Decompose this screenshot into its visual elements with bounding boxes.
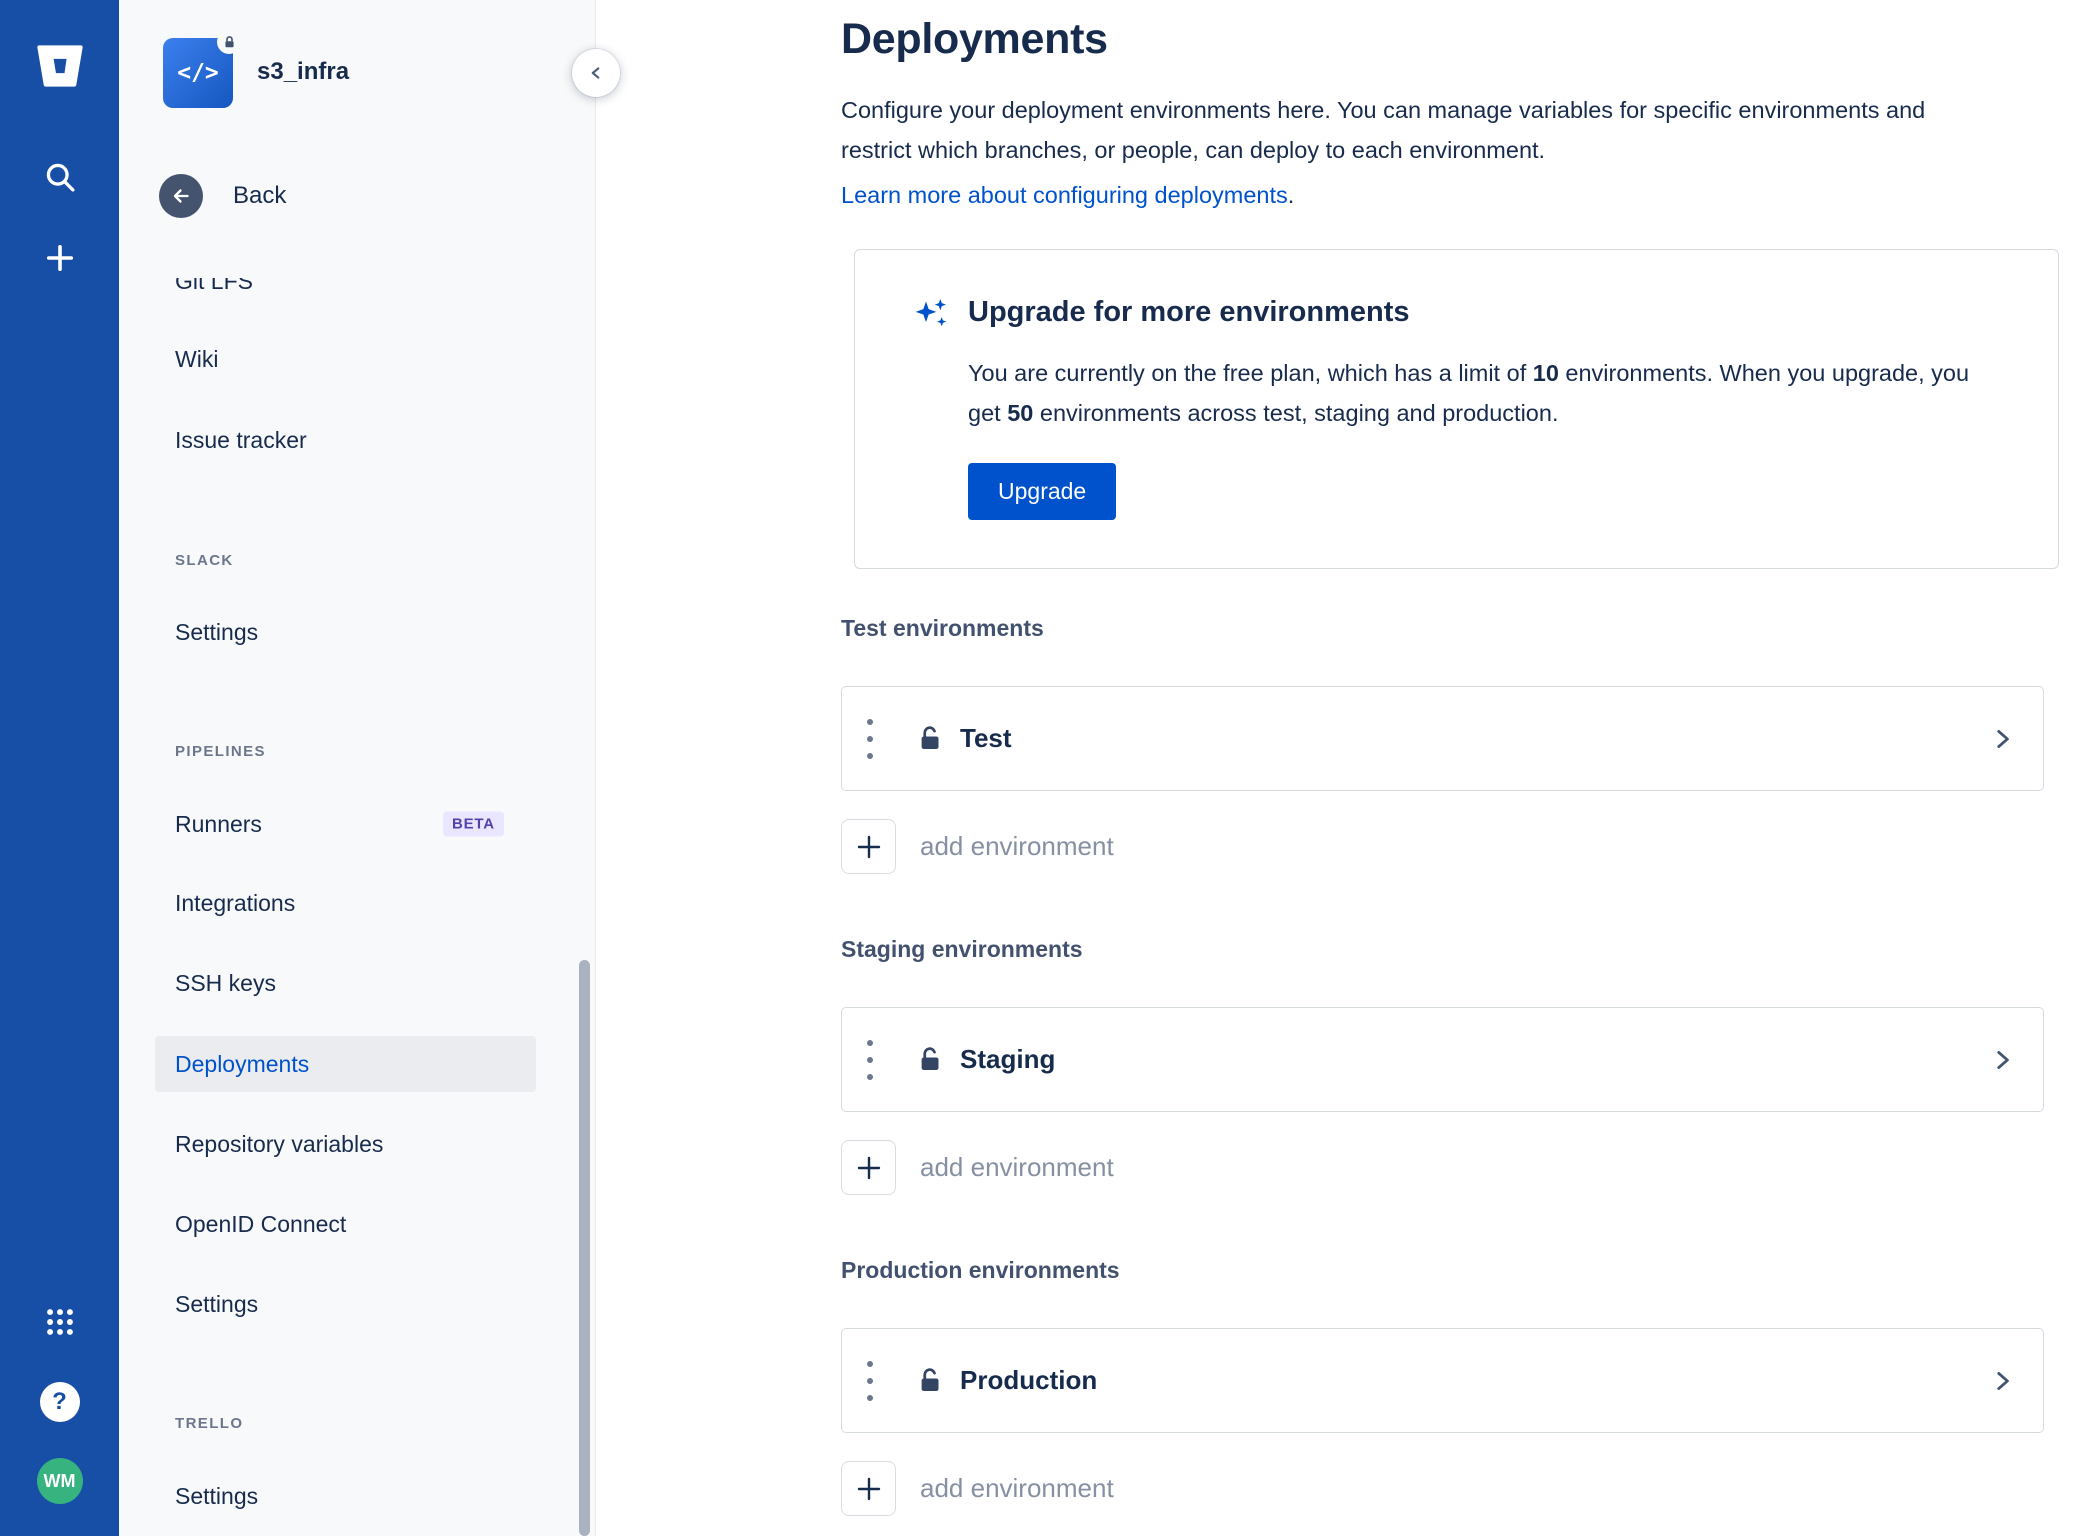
drag-handle-icon[interactable] <box>842 1039 898 1080</box>
unlock-icon <box>916 1366 946 1396</box>
unlock-icon <box>916 724 946 754</box>
app-switcher-grid-icon[interactable] <box>36 1298 84 1346</box>
upgrade-card: Upgrade for more environments You are cu… <box>854 249 2059 569</box>
user-avatar[interactable]: WM <box>36 1458 83 1504</box>
add-environment-label: add environment <box>920 831 1114 861</box>
sidebar-item-issue-tracker[interactable]: Issue tracker <box>155 412 536 468</box>
section-label-staging: Staging environments <box>841 936 1083 962</box>
upgrade-card-description: You are currently on the free plan, whic… <box>968 353 1978 433</box>
plus-icon <box>841 1461 896 1516</box>
sidebar-item-label: Settings <box>175 1482 259 1509</box>
repo-name: s3_infra <box>257 58 350 85</box>
upgraded-limit: 50 <box>1007 400 1034 426</box>
add-environment-button-production[interactable]: add environment <box>841 1461 1114 1516</box>
environment-name: Production <box>960 1365 1098 1395</box>
sidebar-item-label: SSH keys <box>175 969 276 996</box>
free-plan-limit: 10 <box>1532 360 1559 386</box>
chevron-right-icon[interactable] <box>1989 726 2015 752</box>
section-header-slack: SLACK <box>175 551 234 569</box>
collapse-sidebar-button[interactable] <box>572 49 620 97</box>
create-plus-icon[interactable] <box>36 234 84 282</box>
sidebar-item-deployments[interactable]: Deployments <box>155 1036 536 1092</box>
page-description: Configure your deployment environments h… <box>841 97 1926 163</box>
sidebar-item-label: Git LFS <box>175 278 253 294</box>
environment-row-staging[interactable]: Staging <box>841 1007 2044 1112</box>
sidebar-item-label: Deployments <box>175 1050 310 1077</box>
section-label-test: Test environments <box>841 615 1044 641</box>
beta-badge: BETA <box>443 811 504 837</box>
sidebar-item-label: Repository variables <box>175 1130 384 1157</box>
chevron-right-icon[interactable] <box>1989 1047 2015 1073</box>
private-lock-icon <box>217 30 241 54</box>
section-header-pipelines: PIPELINES <box>175 742 266 760</box>
help-icon[interactable]: ? <box>36 1378 84 1426</box>
sidebar-item-git-lfs[interactable]: Git LFS <box>155 278 536 309</box>
repo-avatar[interactable]: </> <box>163 30 241 108</box>
sidebar-item-label: Issue tracker <box>175 426 307 453</box>
page-title: Deployments <box>841 15 1108 63</box>
sidebar-scrollbar[interactable] <box>579 960 590 1536</box>
chevron-right-icon[interactable] <box>1989 1368 2015 1394</box>
add-environment-button-test[interactable]: add environment <box>841 819 1114 874</box>
plus-icon <box>841 1140 896 1195</box>
sidebar-item-ssh-keys[interactable]: SSH keys <box>155 955 536 1011</box>
section-label-production: Production environments <box>841 1257 1120 1283</box>
back-label: Back <box>233 182 287 209</box>
add-environment-button-staging[interactable]: add environment <box>841 1140 1114 1195</box>
unlock-icon <box>916 1045 946 1075</box>
environment-row-production[interactable]: Production <box>841 1328 2044 1433</box>
upgrade-text-part: environments across test, staging and pr… <box>1033 400 1559 426</box>
sidebar-item-integrations[interactable]: Integrations <box>155 875 536 931</box>
bitbucket-logo-icon[interactable] <box>28 34 92 98</box>
learn-more-line: Learn more about configuring deployments… <box>841 182 2090 209</box>
drag-handle-icon[interactable] <box>842 1360 898 1401</box>
sidebar: </> s3_infra Back Git LFS Wiki Issue tra… <box>119 0 596 1536</box>
sidebar-item-label: Integrations <box>175 889 296 916</box>
sidebar-item-wiki[interactable]: Wiki <box>155 331 536 387</box>
environment-name: Test <box>960 723 1012 753</box>
add-environment-label: add environment <box>920 1152 1114 1182</box>
sidebar-item-runners[interactable]: Runners BETA <box>155 796 536 852</box>
repo-avatar-code-glyph: </> <box>177 60 219 86</box>
learn-more-period: . <box>1287 182 1295 208</box>
search-icon[interactable] <box>36 153 84 201</box>
plus-icon <box>841 819 896 874</box>
back-arrow-icon <box>159 174 203 218</box>
environment-name: Staging <box>960 1044 1056 1074</box>
help-question-glyph: ? <box>39 1382 80 1422</box>
learn-more-link[interactable]: Learn more about configuring deployments <box>841 182 1288 208</box>
section-header-trello: TRELLO <box>175 1414 244 1432</box>
upgrade-button[interactable]: Upgrade <box>968 463 1117 520</box>
main-content: Deployments Configure your deployment en… <box>596 0 2090 1536</box>
sidebar-item-slack-settings[interactable]: Settings <box>155 604 536 660</box>
sidebar-item-openid-connect[interactable]: OpenID Connect <box>155 1196 536 1252</box>
sidebar-item-label: Wiki <box>175 345 219 372</box>
sidebar-nav: Git LFS Wiki Issue tracker SLACK Setting… <box>119 278 595 1536</box>
upgrade-card-title: Upgrade for more environments <box>968 296 1410 328</box>
sidebar-item-label: OpenID Connect <box>175 1210 347 1237</box>
drag-handle-icon[interactable] <box>842 718 898 759</box>
sidebar-item-label: Settings <box>175 1290 259 1317</box>
sidebar-item-trello-settings[interactable]: Settings <box>155 1468 536 1524</box>
sidebar-item-label: Settings <box>175 618 259 645</box>
sidebar-item-pipelines-settings[interactable]: Settings <box>155 1276 536 1332</box>
add-environment-label: add environment <box>920 1473 1114 1503</box>
back-button[interactable]: Back <box>159 174 286 218</box>
app-bar: ? WM <box>0 0 119 1536</box>
environment-row-test[interactable]: Test <box>841 686 2044 791</box>
premium-sparkle-icon <box>911 294 951 339</box>
sidebar-item-repository-variables[interactable]: Repository variables <box>155 1116 536 1172</box>
sidebar-item-label: Runners <box>175 810 262 837</box>
upgrade-text-part: You are currently on the free plan, whic… <box>968 360 1533 386</box>
